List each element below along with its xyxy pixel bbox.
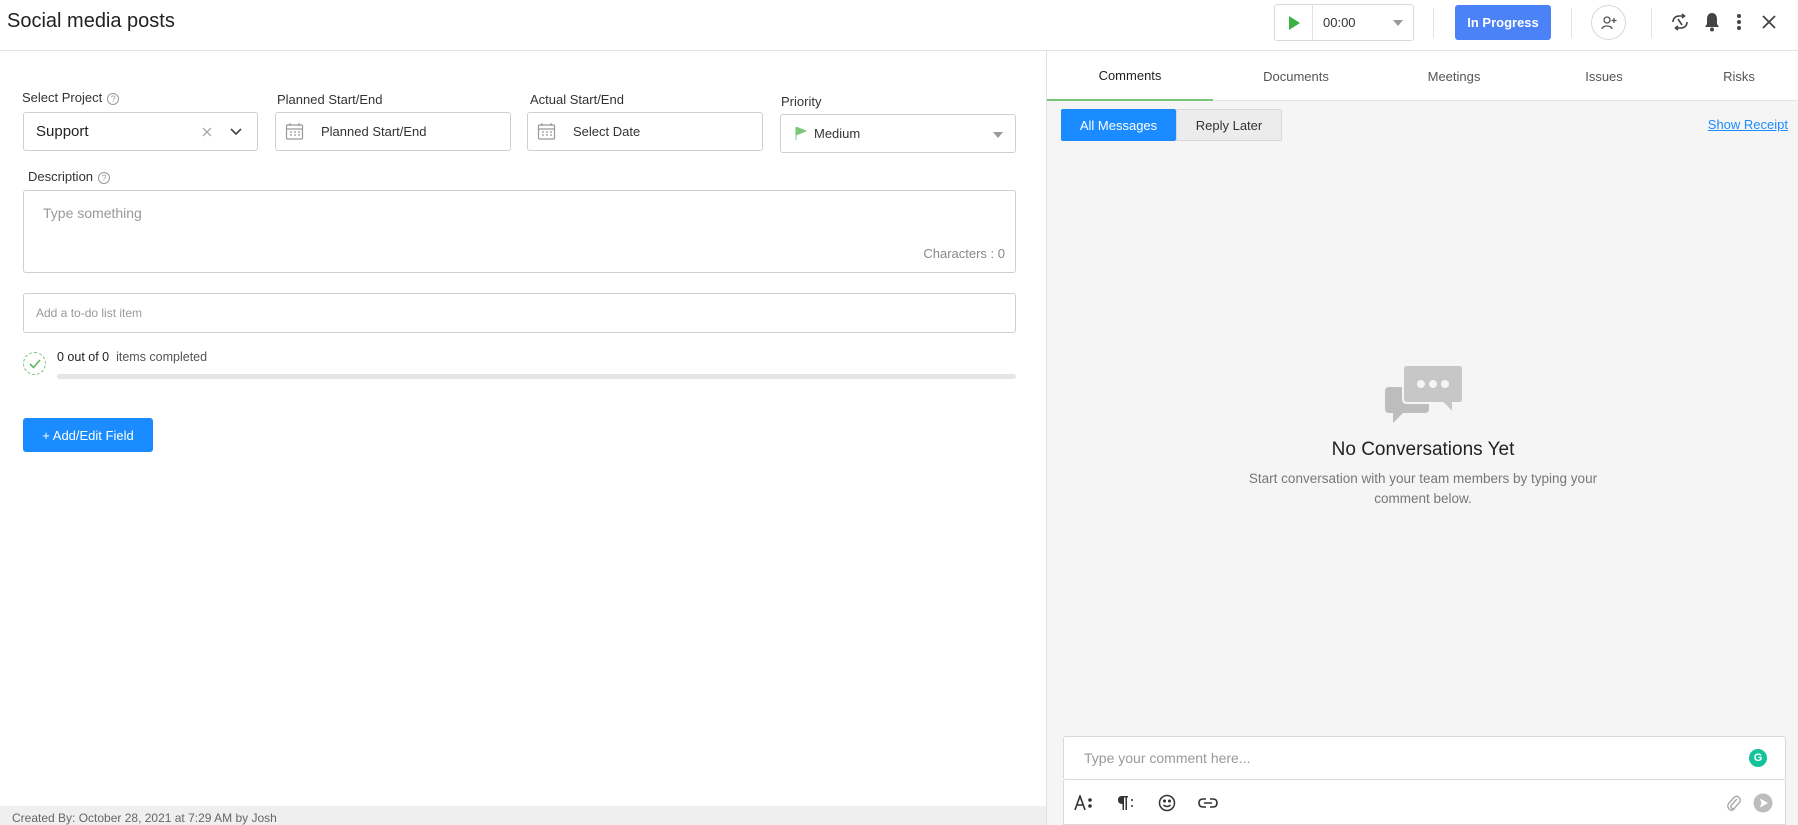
calendar-icon [537, 123, 556, 140]
recurring-button[interactable] [1668, 10, 1692, 34]
emoji-icon [1158, 794, 1176, 812]
show-receipt-link[interactable]: Show Receipt [1708, 117, 1788, 132]
planned-date-placeholder: Planned Start/End [321, 124, 427, 139]
paragraph-button[interactable] [1114, 791, 1138, 815]
chevron-down-icon[interactable] [993, 132, 1003, 138]
select-project-value: Support [36, 123, 89, 140]
chevron-down-icon[interactable] [230, 128, 242, 136]
recurring-icon [1672, 13, 1688, 31]
actual-label: Actual Start/End [530, 92, 624, 107]
grammarly-icon[interactable]: G [1749, 749, 1767, 767]
tab-risks[interactable]: Risks [1679, 51, 1798, 101]
flag-icon [795, 127, 807, 140]
paragraph-icon [1118, 796, 1133, 810]
clear-icon[interactable] [202, 127, 212, 137]
page-title: Social media posts [7, 10, 175, 32]
tab-documents[interactable]: Documents [1213, 51, 1379, 101]
add-user-button[interactable] [1591, 5, 1626, 40]
select-project-label-text: Select Project [22, 90, 103, 105]
play-button[interactable] [1275, 5, 1313, 40]
link-icon [1198, 798, 1218, 808]
more-options-button[interactable] [1727, 10, 1751, 34]
add-user-icon [1600, 15, 1616, 29]
priority-dropdown[interactable]: Medium [780, 114, 1016, 153]
timer-control[interactable]: 00:00 [1274, 4, 1414, 41]
planned-label: Planned Start/End [277, 92, 383, 107]
header-bar: Social media posts 00:00 In Progress [0, 0, 1798, 51]
divider [1651, 8, 1652, 38]
description-textarea[interactable]: Type something Characters : 0 [23, 190, 1016, 273]
help-icon[interactable]: ? [98, 171, 111, 184]
chat-bubbles-icon [1385, 365, 1464, 423]
progress-check [23, 352, 46, 375]
tab-meetings[interactable]: Meetings [1379, 51, 1529, 101]
actual-date-field[interactable]: Select Date [527, 112, 763, 151]
send-button[interactable] [1751, 791, 1775, 815]
description-placeholder: Type something [43, 205, 142, 221]
progress-bar [57, 374, 1016, 379]
description-label-text: Description [28, 169, 94, 184]
paperclip-icon [1727, 795, 1741, 811]
play-icon [1288, 15, 1300, 30]
tab-issues[interactable]: Issues [1529, 51, 1679, 101]
select-project-dropdown[interactable]: Support [23, 112, 258, 151]
comment-input[interactable]: Type your comment here... G [1063, 736, 1786, 780]
divider [1433, 8, 1434, 38]
divider [1571, 8, 1572, 38]
todo-input[interactable]: Add a to-do list item [23, 293, 1016, 333]
attach-button[interactable] [1722, 791, 1746, 815]
close-icon [1762, 15, 1776, 29]
notification-button[interactable] [1700, 10, 1724, 34]
link-button[interactable] [1196, 791, 1220, 815]
planned-date-field[interactable]: Planned Start/End [275, 112, 511, 151]
reply-later-button[interactable]: Reply Later [1176, 109, 1282, 141]
progress-text: 0 out of 0 items completed [57, 350, 207, 364]
priority-value: Medium [814, 126, 861, 141]
add-edit-field-button[interactable]: + Add/Edit Field [23, 418, 153, 452]
character-count: Characters : 0 [923, 246, 1005, 261]
empty-state-title: No Conversations Yet [1331, 439, 1515, 460]
timer-value: 00:00 [1323, 15, 1356, 30]
text-size-icon [1074, 795, 1092, 811]
all-messages-button[interactable]: All Messages [1061, 109, 1176, 141]
text-format-button[interactable] [1072, 791, 1096, 815]
comment-placeholder: Type your comment here... [1084, 750, 1251, 766]
more-vertical-icon [1737, 14, 1741, 30]
bell-icon [1705, 13, 1719, 32]
progress-count: 0 out of 0 [57, 350, 110, 364]
tab-comments[interactable]: Comments [1047, 51, 1213, 101]
emoji-button[interactable] [1155, 791, 1179, 815]
actual-date-placeholder: Select Date [573, 124, 641, 139]
progress-suffix: items completed [116, 350, 208, 364]
chevron-down-icon[interactable] [1393, 20, 1403, 26]
panel-tabs: Comments Documents Meetings Issues Risks [1047, 51, 1798, 101]
empty-state-subtitle: Start conversation with your team member… [1248, 471, 1598, 506]
select-project-label: Select Project? [22, 90, 120, 105]
help-icon[interactable]: ? [107, 92, 120, 105]
check-icon [28, 358, 41, 369]
description-label: Description? [28, 169, 111, 184]
calendar-icon [285, 123, 304, 140]
send-icon [1753, 793, 1773, 813]
priority-label: Priority [781, 94, 822, 109]
comment-toolbar [1063, 780, 1786, 825]
created-by-footer: Created By: October 28, 2021 at 7:29 AM … [0, 806, 1046, 825]
comments-panel: Comments Documents Meetings Issues Risks… [1046, 51, 1798, 825]
status-button[interactable]: In Progress [1455, 5, 1551, 40]
close-button[interactable] [1757, 10, 1781, 34]
